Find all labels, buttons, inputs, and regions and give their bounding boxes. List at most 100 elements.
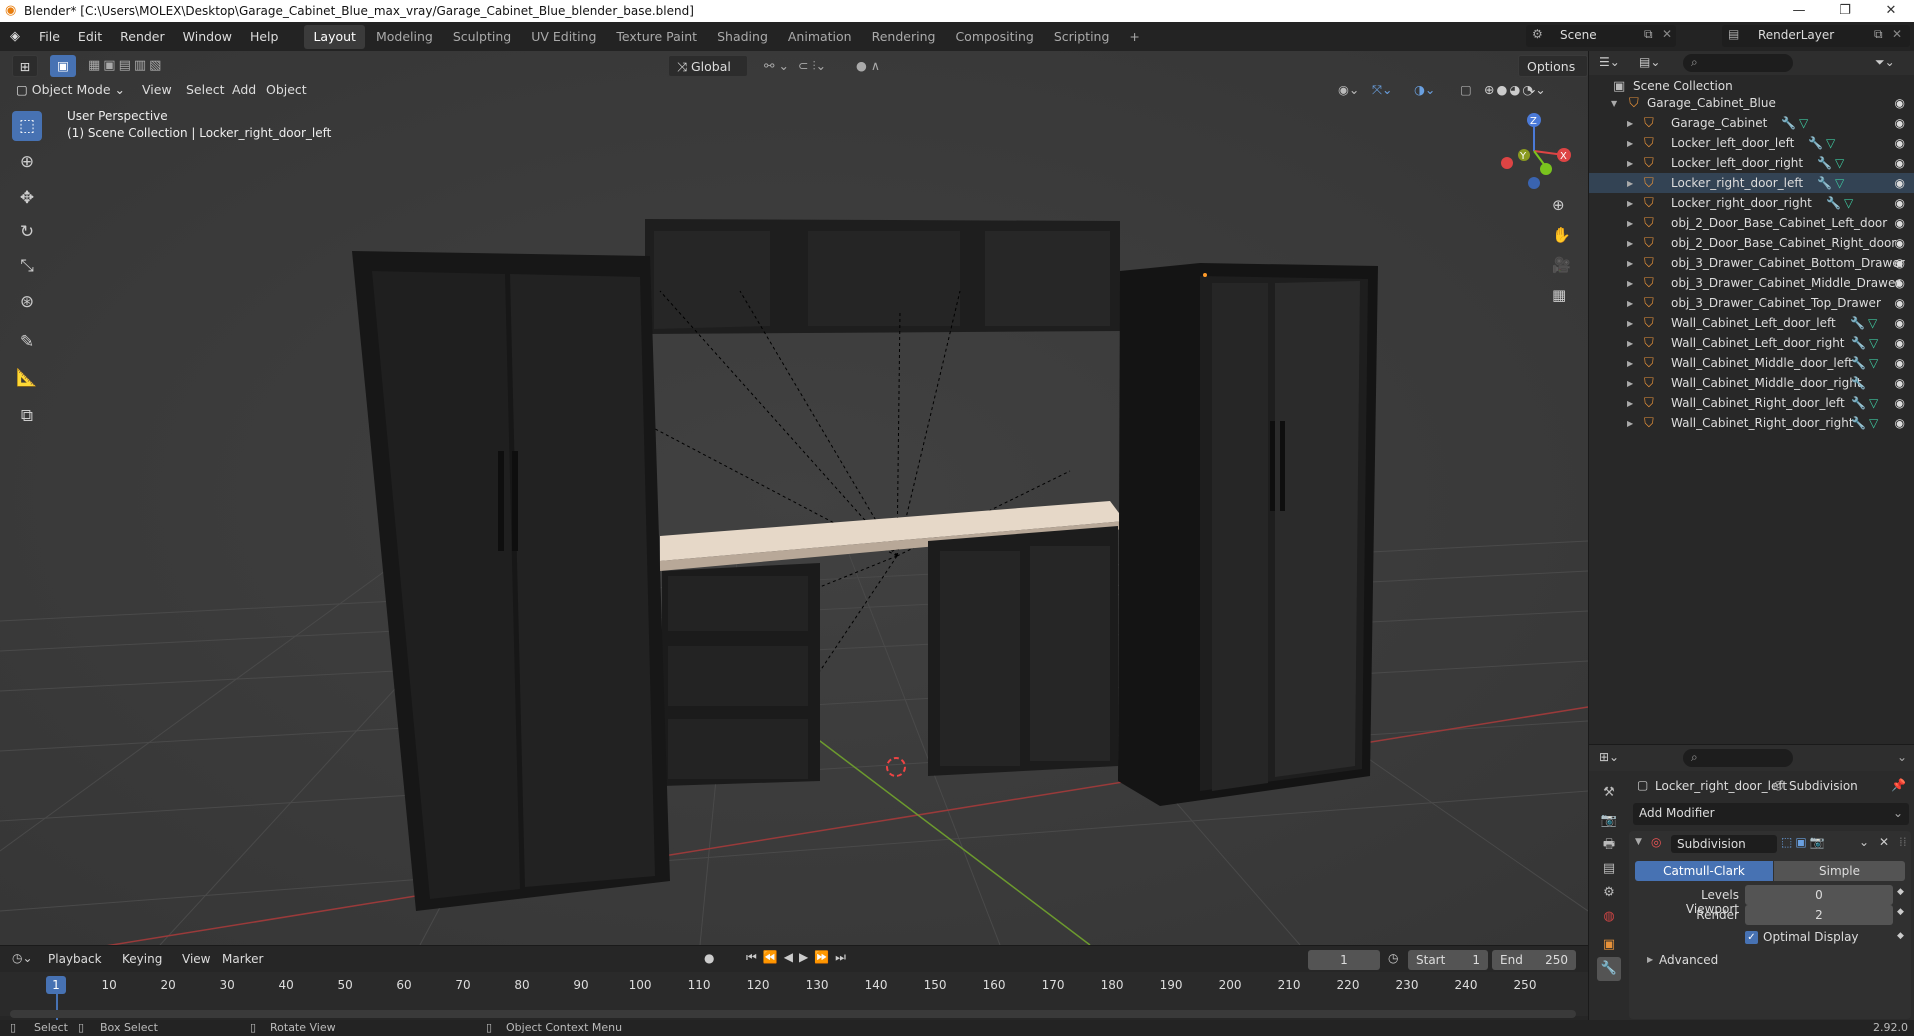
snap-icon[interactable]: ⊂ ⫶⌄ [790,55,834,77]
outliner-item[interactable]: ▶ ⛉ obj_3_Drawer_Cabinet_Top_Drawer ◉ [1589,293,1914,313]
current-frame-field[interactable]: 1 [1308,950,1380,970]
outliner-item[interactable]: ▶ ⛉ Wall_Cabinet_Middle_door_left 🔧 ▽ ◉ [1589,353,1914,373]
object-mode-dropdown[interactable]: ▢ Object Mode ⌄ [8,79,133,101]
zoom-icon[interactable]: ⊕ [1552,196,1565,214]
modifier-wrench-icon[interactable]: 🔧 [1851,356,1866,370]
tab-shading[interactable]: Shading [708,25,777,49]
tab-layout[interactable]: Layout [304,24,365,49]
eye-icon[interactable]: ◉ [1895,136,1905,150]
expand-arrow-icon[interactable]: ▶ [1627,179,1633,188]
expand-arrow-icon[interactable]: ▶ [1627,199,1633,208]
eye-icon[interactable]: ◉ [1895,416,1905,430]
overlay-toggle-icon[interactable]: ◑⌄ [1406,79,1443,101]
menu-help[interactable]: Help [241,22,288,51]
expand-arrow-icon[interactable]: ▶ [1627,359,1633,368]
remove-layer-icon[interactable]: ✕ [1892,27,1902,41]
pin-icon[interactable]: 📌 [1891,778,1906,792]
timeline-menu-view[interactable]: View [182,952,210,966]
modifier-wrench-icon[interactable]: 🔧 [1808,136,1823,150]
eye-icon[interactable]: ◉ [1895,116,1905,130]
start-frame-field[interactable]: Start 1 [1408,950,1488,970]
modifier-wrench-icon[interactable]: 🔧 [1850,316,1865,330]
outliner-item[interactable]: ▶ ⛉ obj_3_Drawer_Cabinet_Bottom_Drawer ◉ [1589,253,1914,273]
advanced-subpanel-label[interactable]: Advanced [1659,953,1718,967]
modifier-wrench-icon[interactable]: 🔧 [1851,396,1866,410]
annotate-tool-icon[interactable]: ✎ [12,327,42,357]
tab-scripting[interactable]: Scripting [1045,25,1119,49]
outliner-search-input[interactable]: ⌕ [1683,54,1793,72]
menu-file[interactable]: File [30,22,69,51]
record-icon[interactable]: ● [704,951,714,965]
modifier-visibility-icons[interactable]: ⬚▣📷 [1781,835,1828,849]
expand-arrow-icon[interactable]: ▶ [1627,279,1633,288]
drag-handle-icon[interactable]: ⁞⁞ [1899,835,1907,849]
menu-render[interactable]: Render [111,22,174,51]
outliner-item[interactable]: ▶ ⛉ Wall_Cabinet_Right_door_left 🔧 ▽ ◉ [1589,393,1914,413]
mesh-data-icon[interactable]: ▽ [1869,336,1878,350]
expand-arrow-icon[interactable]: ▶ [1627,379,1633,388]
blender-menu-icon[interactable]: ◈ [0,29,30,44]
visibility-icon[interactable]: ◉⌄ [1330,79,1367,101]
modifier-wrench-icon[interactable]: 🔧 [1817,176,1832,190]
scene-tab-icon[interactable]: ⚙ [1597,881,1621,905]
clock-icon[interactable]: ◷ [1388,951,1398,965]
view-layer-tab-icon[interactable]: ▤ [1597,857,1621,881]
minimize-button[interactable]: — [1776,0,1822,22]
modifier-wrench-icon[interactable]: 🔧 [1781,116,1796,130]
rotate-tool-icon[interactable]: ↻ [12,217,42,247]
modifier-wrench-icon[interactable]: 🔧 [1851,336,1866,350]
move-tool-icon[interactable]: ✥ [12,183,42,213]
world-tab-icon[interactable]: ◍ [1597,905,1621,929]
expand-arrow-icon[interactable]: ▼ [1611,99,1617,108]
scale-tool-icon[interactable]: ⤡ [12,251,42,281]
timeline-menu-playback[interactable]: Playback [48,952,102,966]
eye-icon[interactable]: ◉ [1895,96,1905,110]
scene-selector[interactable]: ⚙ Scene ⧉ ✕ [1526,25,1676,47]
eye-icon[interactable]: ◉ [1895,296,1905,310]
tab-uv-editing[interactable]: UV Editing [522,25,605,49]
eye-icon[interactable]: ◉ [1895,396,1905,410]
render-layer-selector[interactable]: ▤ RenderLayer ⧉ ✕ [1722,25,1910,47]
add-cube-tool-icon[interactable]: ⧉ [12,401,42,431]
playhead[interactable]: 1 [46,976,66,994]
tool-tab-icon[interactable]: ⚒ [1597,781,1621,805]
eye-icon[interactable]: ◉ [1895,376,1905,390]
options-dropdown[interactable]: Options ⌄ [1518,55,1588,96]
mesh-data-icon[interactable]: ▽ [1826,136,1835,150]
outliner-item[interactable]: ▶ ⛉ Wall_Cabinet_Middle_door_right 🔧 ◉ [1589,373,1914,393]
properties-search-input[interactable]: ⌕ [1683,749,1793,767]
cursor-tool-icon[interactable]: ⊕ [12,147,42,177]
outliner-item[interactable]: ▶ ⛉ obj_3_Drawer_Cabinet_Middle_Drawer ◉ [1589,273,1914,293]
mesh-data-icon[interactable]: ▽ [1835,156,1844,170]
tab-compositing[interactable]: Compositing [946,25,1042,49]
measure-tool-icon[interactable]: 📐 [12,363,42,393]
viewport-menu-view[interactable]: View [134,79,180,101]
expand-arrow-icon[interactable]: ▶ [1627,159,1633,168]
expand-arrow-icon[interactable]: ▶ [1627,259,1633,268]
mesh-data-icon[interactable]: ▽ [1799,116,1808,130]
timeline-scrollbar[interactable] [10,1010,1576,1018]
camera-icon[interactable]: 🎥 [1552,256,1571,274]
mesh-data-icon[interactable]: ▽ [1869,396,1878,410]
expand-arrow-icon[interactable]: ▶ [1627,219,1633,228]
outliner-item[interactable]: ▶ ⛉ Wall_Cabinet_Left_door_left 🔧 ▽ ◉ [1589,313,1914,333]
filter-icon[interactable]: ⏷⌄ [1875,55,1895,70]
collapse-arrow-icon[interactable]: ▼ [1635,837,1642,847]
eye-icon[interactable]: ◉ [1895,356,1905,370]
properties-options-icon[interactable]: ⌄ [1897,750,1907,764]
pan-hand-icon[interactable]: ✋ [1552,226,1571,244]
3d-viewport[interactable]: ⊞ ▣ ▦▣▤▥▧ ⤨ Global ⚯ ⌄ ⊂ ⫶⌄ ● ∧ Options … [0,51,1588,945]
new-layer-icon[interactable]: ⧉ [1874,27,1883,42]
levels-viewport-field[interactable]: 0 [1745,885,1893,905]
close-window-button[interactable]: ✕ [1868,0,1914,22]
modifier-name-field[interactable]: Subdivision [1671,835,1777,853]
gizmo-toggle-icon[interactable]: ⤧⌄ [1364,79,1400,101]
remove-modifier-icon[interactable]: ✕ [1879,835,1889,849]
eye-icon[interactable]: ◉ [1895,276,1905,290]
modifier-dropdown-icon[interactable]: ⌄ [1859,835,1869,849]
expand-arrow-icon[interactable]: ▶ [1627,299,1633,308]
transform-tool-icon[interactable]: ⊛ [12,287,42,317]
mesh-data-icon[interactable]: ▽ [1869,356,1878,370]
eye-icon[interactable]: ◉ [1895,236,1905,250]
tab-modeling[interactable]: Modeling [367,25,442,49]
